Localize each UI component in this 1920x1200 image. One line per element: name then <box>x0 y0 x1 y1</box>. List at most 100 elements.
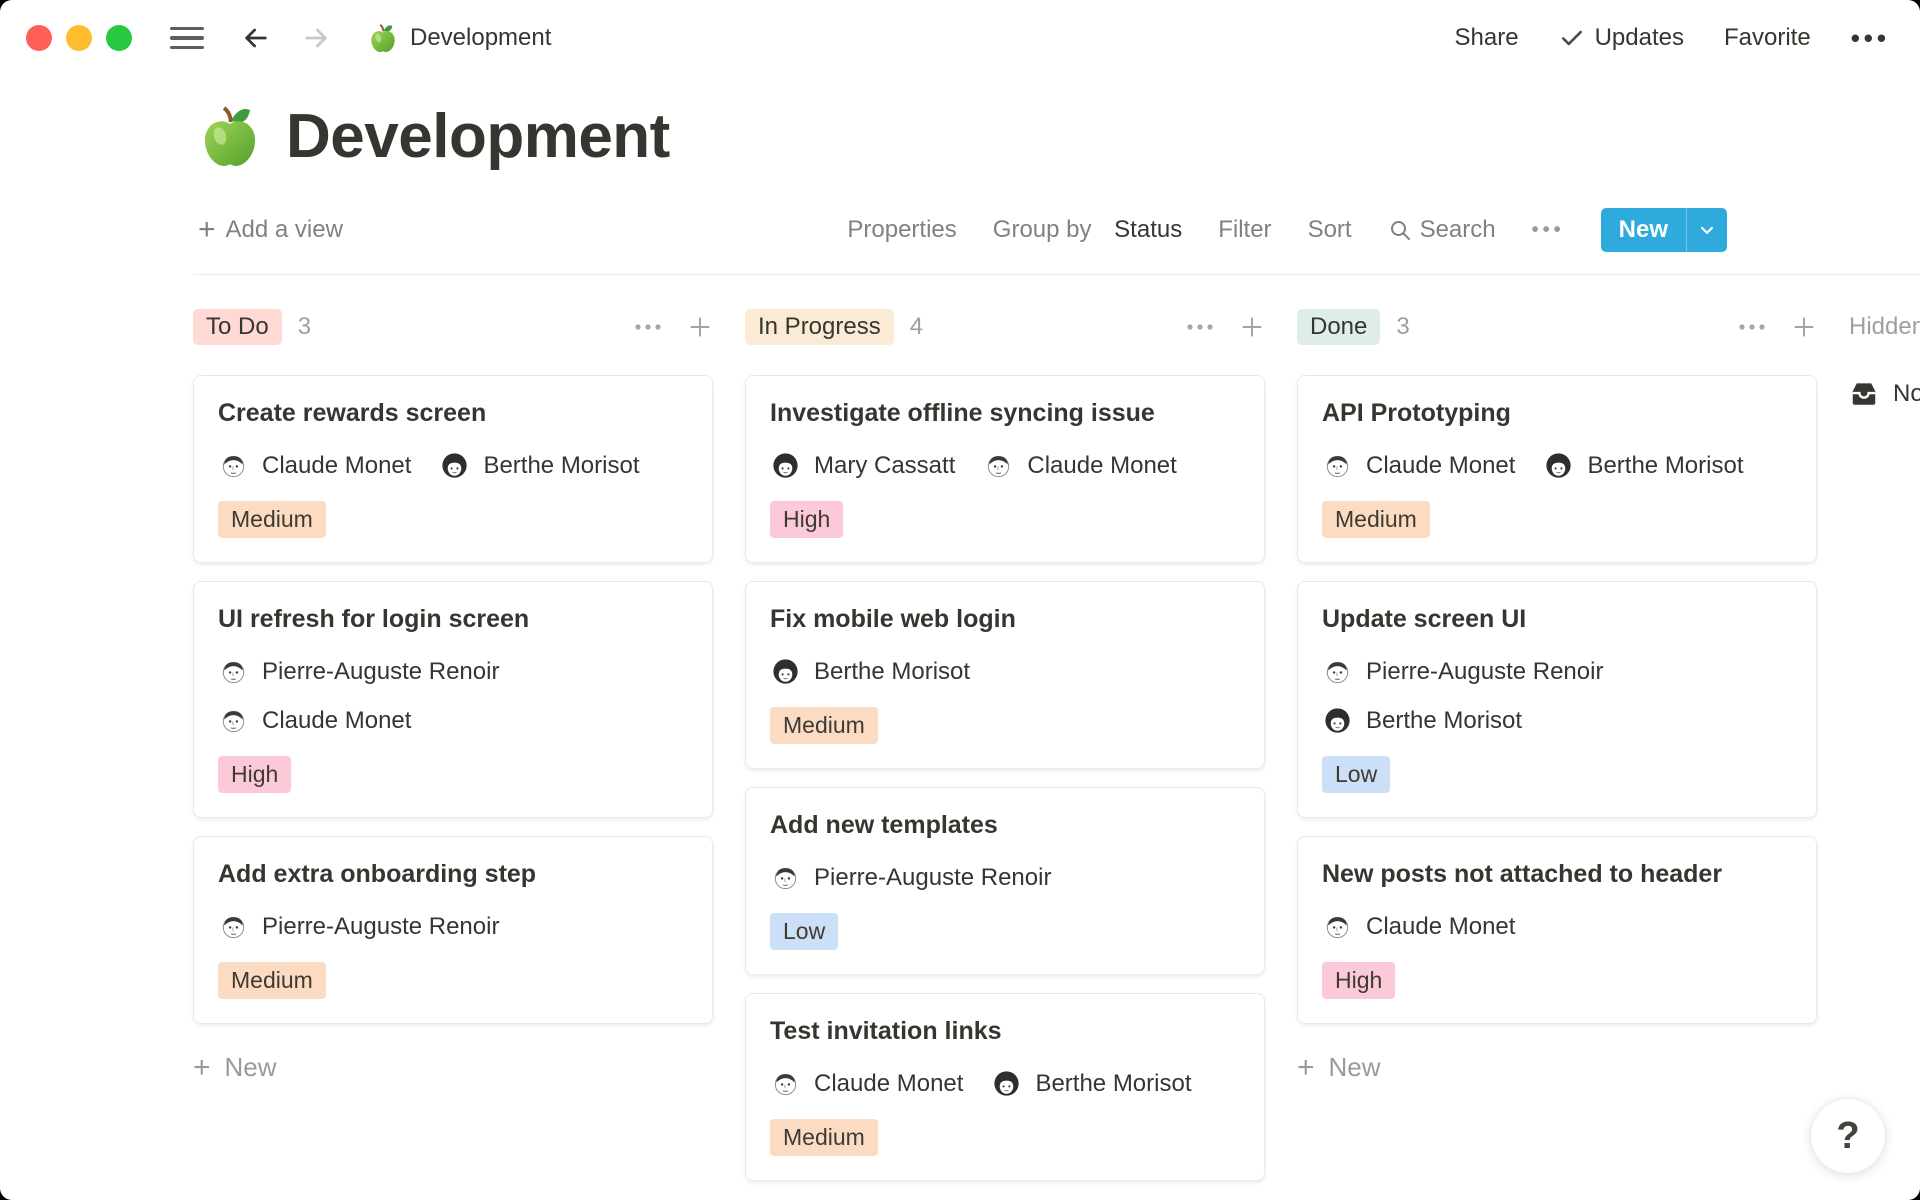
priority-tag: High <box>770 501 843 538</box>
column-status-pill[interactable]: To Do <box>193 309 282 345</box>
assignee-name: Pierre-Auguste Renoir <box>262 658 499 686</box>
breadcrumb[interactable]: Development <box>368 21 551 55</box>
view-more-options-icon[interactable]: ••• <box>1532 220 1565 240</box>
page-icon-green-apple[interactable] <box>198 100 262 172</box>
man-portrait-icon <box>218 450 249 481</box>
kanban-card[interactable]: API PrototypingClaude MonetBerthe Moriso… <box>1297 375 1817 563</box>
window-titlebar: Development Share Updates Favorite ••• <box>0 0 1920 76</box>
hidden-column-no-status[interactable]: No Status <box>1849 379 1920 409</box>
kanban-card[interactable]: Fix mobile web login Berthe Morisot Medium <box>745 581 1265 769</box>
kanban-card[interactable]: Update screen UI Pierre-Auguste RenoirBer… <box>1297 581 1817 818</box>
assignee-name: Berthe Morisot <box>1035 1070 1191 1098</box>
card-title: Add extra onboarding step <box>218 859 688 889</box>
search-icon <box>1388 218 1412 242</box>
group-by-button[interactable]: Group by Status <box>993 216 1182 244</box>
search-button[interactable]: Search <box>1388 216 1496 244</box>
card-title: Update screen UI <box>1322 604 1792 634</box>
board-column-inprogress: In Progress 4 Investigate offline syncing … <box>745 309 1265 1200</box>
assignee-name: Claude Monet <box>814 1070 963 1098</box>
card-assignee: Berthe Morisot <box>991 1068 1191 1099</box>
column-new-button[interactable]: +New <box>1297 1052 1817 1083</box>
assignee-name: Claude Monet <box>1366 913 1515 941</box>
card-assignees: Claude Monet Berthe Morisot <box>218 450 688 481</box>
assignee-name: Pierre-Auguste Renoir <box>262 913 499 941</box>
sidebar-menu-icon[interactable] <box>170 27 204 50</box>
kanban-card[interactable]: Add extra onboarding step Pierre-Auguste … <box>193 836 713 1024</box>
share-button[interactable]: Share <box>1455 24 1519 52</box>
favorite-button[interactable]: Favorite <box>1724 24 1811 52</box>
view-toolbar: + Add a view Properties Group by Status … <box>198 208 1920 252</box>
priority-tag: Medium <box>1322 501 1430 538</box>
column-options-icon[interactable] <box>1185 322 1215 332</box>
column-options-icon[interactable] <box>1737 322 1767 332</box>
assignee-name: Berthe Morisot <box>814 658 970 686</box>
column-status-pill[interactable]: Done <box>1297 309 1380 345</box>
close-button[interactable] <box>26 25 52 51</box>
card-assignees: Berthe Morisot <box>770 656 1240 687</box>
woman-portrait-icon <box>1322 705 1353 736</box>
breadcrumb-title: Development <box>410 24 551 52</box>
assignee-name: Berthe Morisot <box>1366 707 1522 735</box>
zoom-button[interactable] <box>106 25 132 51</box>
column-header: To Do3 <box>193 309 713 345</box>
card-assignee: Pierre-Auguste Renoir <box>218 656 688 687</box>
plus-icon: + <box>198 215 216 245</box>
more-options-icon[interactable]: ••• <box>1851 25 1890 51</box>
priority-tag: High <box>218 756 291 793</box>
back-arrow-icon[interactable] <box>240 22 272 54</box>
man-portrait-icon <box>1322 656 1353 687</box>
properties-button[interactable]: Properties <box>847 216 956 244</box>
card-assignees: Pierre-Auguste RenoirBerthe Morisot <box>1322 656 1792 736</box>
forward-arrow-icon[interactable] <box>300 22 332 54</box>
card-assignees: Pierre-Auguste RenoirClaude Monet <box>218 656 688 736</box>
man-portrait-icon <box>770 1068 801 1099</box>
help-button[interactable]: ? <box>1810 1098 1886 1174</box>
priority-tag: Medium <box>218 962 326 999</box>
kanban-card[interactable]: Add new templatesPierre-Auguste RenoirLo… <box>745 787 1265 975</box>
column-count: 4 <box>910 313 923 341</box>
add-view-button[interactable]: + Add a view <box>198 215 343 245</box>
board-column-done: Done3API PrototypingClaude MonetBerthe M… <box>1297 309 1817 1083</box>
card-title: Fix mobile web login <box>770 604 1240 634</box>
woman-portrait-icon <box>770 656 801 687</box>
man-portrait-icon <box>218 656 249 687</box>
kanban-card[interactable]: Create rewards screenClaude MonetBerthe … <box>193 375 713 563</box>
column-options-icon[interactable] <box>633 322 663 332</box>
column-status-pill[interactable]: In Progress <box>745 309 894 345</box>
card-assignee: Claude Monet <box>983 450 1176 481</box>
column-add-card-icon[interactable] <box>687 314 713 340</box>
kanban-card[interactable]: Test invitation links Claude Monet Berthe … <box>745 993 1265 1181</box>
plus-icon: + <box>1297 1053 1315 1083</box>
assignee-name: Claude Monet <box>262 452 411 480</box>
minimize-button[interactable] <box>66 25 92 51</box>
woman-portrait-icon <box>770 450 801 481</box>
new-button[interactable]: New <box>1601 208 1727 252</box>
card-assignees: Mary Cassatt Claude Monet <box>770 450 1240 481</box>
page-title: Development <box>286 101 670 172</box>
column-add-card-icon[interactable] <box>1791 314 1817 340</box>
card-assignee: Berthe Morisot <box>439 450 639 481</box>
card-assignee: Claude Monet <box>1322 911 1792 942</box>
card-assignee: Claude Monet <box>770 1068 963 1099</box>
filter-button[interactable]: Filter <box>1218 216 1271 244</box>
kanban-card[interactable]: Investigate offline syncing issueMary Ca… <box>745 375 1265 563</box>
priority-tag: Medium <box>770 1119 878 1156</box>
assignee-name: Mary Cassatt <box>814 452 955 480</box>
woman-portrait-icon <box>991 1068 1022 1099</box>
kanban-card[interactable]: New posts not attached to header Claude M… <box>1297 836 1817 1024</box>
column-new-button[interactable]: +New <box>193 1052 713 1083</box>
man-portrait-icon <box>218 705 249 736</box>
column-add-card-icon[interactable] <box>1239 314 1265 340</box>
app-window: Development Share Updates Favorite ••• D… <box>0 0 1920 1200</box>
card-assignees: Claude Monet Berthe Morisot <box>770 1068 1240 1099</box>
card-title: Test invitation links <box>770 1016 1240 1046</box>
sort-button[interactable]: Sort <box>1308 216 1352 244</box>
window-controls <box>26 25 132 51</box>
card-assignee: Pierre-Auguste Renoir <box>218 911 688 942</box>
kanban-card[interactable]: UI refresh for login screen Pierre-August… <box>193 581 713 818</box>
card-title: UI refresh for login screen <box>218 604 688 634</box>
card-title: New posts not attached to header <box>1322 859 1792 889</box>
updates-button[interactable]: Updates <box>1559 24 1684 52</box>
chevron-down-icon[interactable] <box>1687 208 1727 252</box>
priority-tag: Medium <box>770 707 878 744</box>
